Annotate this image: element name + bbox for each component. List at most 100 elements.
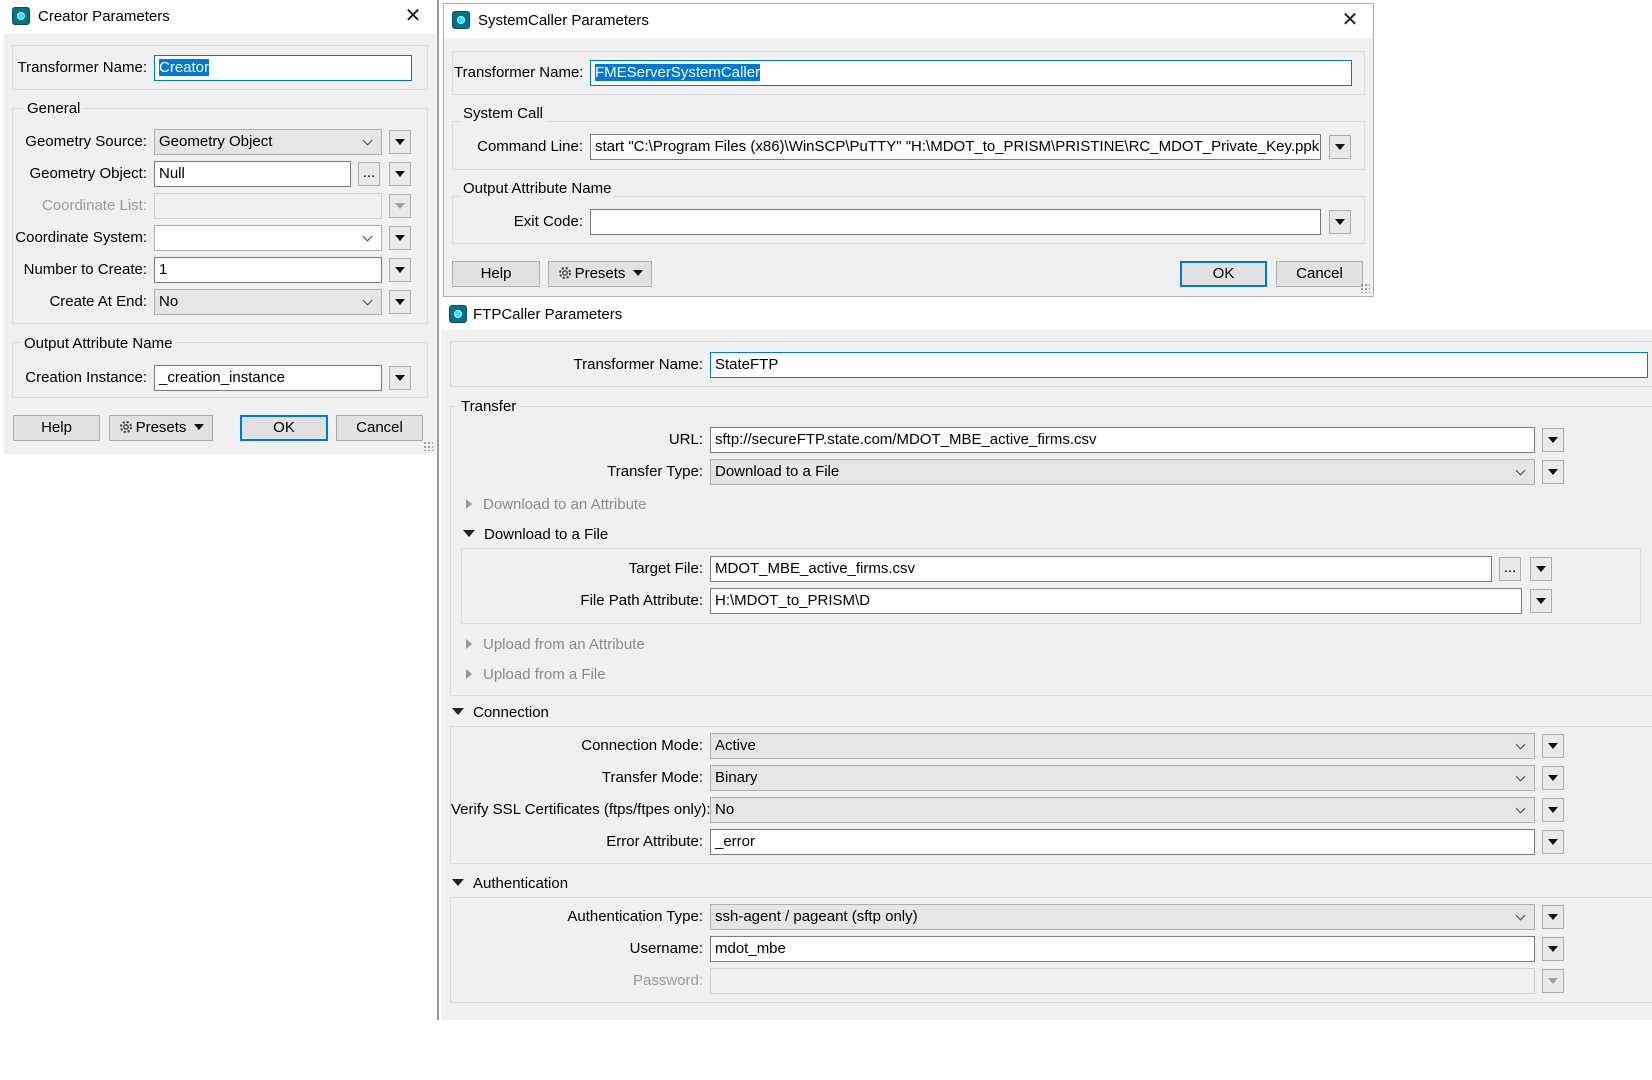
error-attribute-input[interactable]: _error	[710, 829, 1535, 855]
connection-mode-label: Connection Mode:	[581, 737, 703, 754]
resize-grip[interactable]	[1360, 283, 1370, 293]
transfer-mode-menu-button[interactable]	[1542, 766, 1564, 790]
ok-button[interactable]: OK	[240, 415, 328, 441]
target-file-browse-button[interactable]: ...	[1499, 557, 1521, 581]
upload-from-file-section[interactable]: Upload from a File	[466, 666, 606, 683]
authentication-type-select[interactable]: ssh-agent / pageant (sftp only)	[710, 904, 1535, 930]
presets-label: Presets	[135, 419, 187, 436]
transfer-type-menu-button[interactable]	[1542, 460, 1564, 484]
password-input	[710, 968, 1535, 994]
download-to-attribute-section[interactable]: Download to an Attribute	[466, 496, 646, 513]
transfer-type-select[interactable]: Download to a File	[710, 459, 1535, 485]
command-line-menu-button[interactable]	[1329, 135, 1351, 159]
upload-from-attribute-section[interactable]: Upload from an Attribute	[466, 636, 645, 653]
create-at-end-select[interactable]: No	[154, 289, 382, 315]
geometry-source-label: Geometry Source:	[25, 133, 147, 150]
cancel-button[interactable]: Cancel	[1276, 261, 1363, 287]
coordinate-list-label: Coordinate List:	[41, 197, 147, 214]
transformer-name-label: Transformer Name:	[573, 356, 703, 373]
connection-mode-select[interactable]: Active	[710, 733, 1535, 759]
cancel-button[interactable]: Cancel	[336, 415, 423, 441]
gear-icon	[558, 267, 571, 279]
number-to-create-label: Number to Create:	[23, 261, 147, 278]
dialog-title: FTPCaller Parameters	[473, 306, 623, 323]
background-window-edge	[437, 0, 439, 1020]
transfer-type-label: Transfer Type:	[607, 463, 703, 480]
authentication-type-menu-button[interactable]	[1542, 905, 1564, 929]
presets-button[interactable]: Presets	[109, 415, 213, 441]
creator-titlebar[interactable]: Creator Parameters ✕	[4, 0, 436, 34]
url-menu-button[interactable]	[1542, 428, 1564, 452]
password-label: Password:	[632, 972, 703, 989]
chevron-right-icon	[466, 499, 472, 509]
download-to-file-section[interactable]: Download to a File	[463, 526, 608, 543]
dialog-title: Creator Parameters	[38, 8, 170, 25]
ok-button[interactable]: OK	[1180, 261, 1267, 287]
username-menu-button[interactable]	[1542, 937, 1564, 961]
exit-code-input[interactable]	[590, 209, 1321, 235]
presets-label: Presets	[574, 265, 626, 282]
url-input[interactable]: sftp://secureFTP.state.com/MDOT_MBE_acti…	[710, 427, 1535, 453]
presets-button[interactable]: Presets	[548, 261, 652, 287]
geometry-object-input[interactable]: Null	[154, 161, 351, 187]
error-attribute-menu-button[interactable]	[1542, 830, 1564, 854]
help-button[interactable]: Help	[13, 415, 100, 441]
geometry-object-menu-button[interactable]	[389, 162, 411, 186]
verify-ssl-select[interactable]: No	[710, 797, 1535, 823]
target-file-input[interactable]: MDOT_MBE_active_firms.csv	[710, 556, 1492, 582]
geometry-source-menu-button[interactable]	[389, 130, 411, 154]
systemcaller-titlebar[interactable]: SystemCaller Parameters ✕	[444, 4, 1373, 38]
dialog-title: SystemCaller Parameters	[478, 12, 649, 29]
ftpcaller-titlebar[interactable]: FTPCaller Parameters	[441, 298, 1652, 330]
chevron-down-icon	[633, 270, 644, 276]
geometry-object-label: Geometry Object:	[29, 165, 147, 182]
username-label: Username:	[629, 940, 703, 957]
connection-section[interactable]: Connection	[452, 704, 549, 721]
transformer-name-input[interactable]: Creator	[154, 55, 412, 81]
authentication-section[interactable]: Authentication	[452, 875, 568, 892]
coordinate-list-menu-button	[389, 194, 411, 218]
transformer-name-input[interactable]: StateFTP	[710, 352, 1648, 378]
exit-code-label: Exit Code:	[513, 213, 583, 230]
verify-ssl-label: Verify SSL Certificates (ftps/ftpes only…	[451, 801, 711, 818]
transformer-name-label: Transformer Name:	[454, 64, 584, 81]
transformer-name-label: Transformer Name:	[17, 59, 147, 76]
gear-icon	[119, 421, 132, 433]
help-button[interactable]: Help	[452, 261, 540, 287]
transfer-mode-select[interactable]: Binary	[710, 765, 1535, 791]
create-at-end-menu-button[interactable]	[389, 290, 411, 314]
number-to-create-input[interactable]: 1	[154, 257, 382, 283]
fme-app-icon	[12, 7, 30, 25]
connection-mode-menu-button[interactable]	[1542, 734, 1564, 758]
username-input[interactable]: mdot_mbe	[710, 936, 1535, 962]
coordinate-system-select[interactable]	[154, 225, 382, 251]
command-line-input[interactable]: start "C:\Program Files (x86)\WinSCP\PuT…	[590, 134, 1321, 160]
exit-code-menu-button[interactable]	[1329, 210, 1351, 234]
coordinate-system-menu-button[interactable]	[389, 226, 411, 250]
target-file-label: Target File:	[628, 560, 703, 577]
file-path-attribute-input[interactable]: H:\MDOT_to_PRISM\D	[710, 588, 1522, 614]
close-icon[interactable]: ✕	[1339, 9, 1361, 31]
geometry-source-select[interactable]: Geometry Object	[154, 129, 382, 155]
coordinate-system-label: Coordinate System:	[15, 229, 147, 246]
creation-instance-input[interactable]: _creation_instance	[154, 365, 382, 391]
transformer-name-input[interactable]: FMEServerSystemCaller	[590, 60, 1352, 86]
verify-ssl-menu-button[interactable]	[1542, 798, 1564, 822]
file-path-attribute-label: File Path Attribute:	[580, 592, 703, 609]
authentication-type-label: Authentication Type:	[567, 908, 703, 925]
chevron-down-icon	[463, 530, 475, 537]
chevron-down-icon	[194, 424, 205, 430]
system-call-group-label: System Call	[460, 105, 547, 122]
create-at-end-label: Create At End:	[49, 293, 147, 310]
geometry-object-browse-button[interactable]: ...	[358, 162, 380, 186]
creation-instance-menu-button[interactable]	[389, 366, 411, 390]
file-path-attribute-menu-button[interactable]	[1530, 589, 1552, 613]
chevron-down-icon	[452, 879, 464, 886]
resize-grip[interactable]	[423, 441, 433, 451]
chevron-right-icon	[466, 669, 472, 679]
close-icon[interactable]: ✕	[402, 5, 424, 27]
fme-app-icon	[452, 11, 470, 29]
number-to-create-menu-button[interactable]	[389, 258, 411, 282]
target-file-menu-button[interactable]	[1530, 557, 1552, 581]
general-group-label: General	[24, 100, 84, 117]
